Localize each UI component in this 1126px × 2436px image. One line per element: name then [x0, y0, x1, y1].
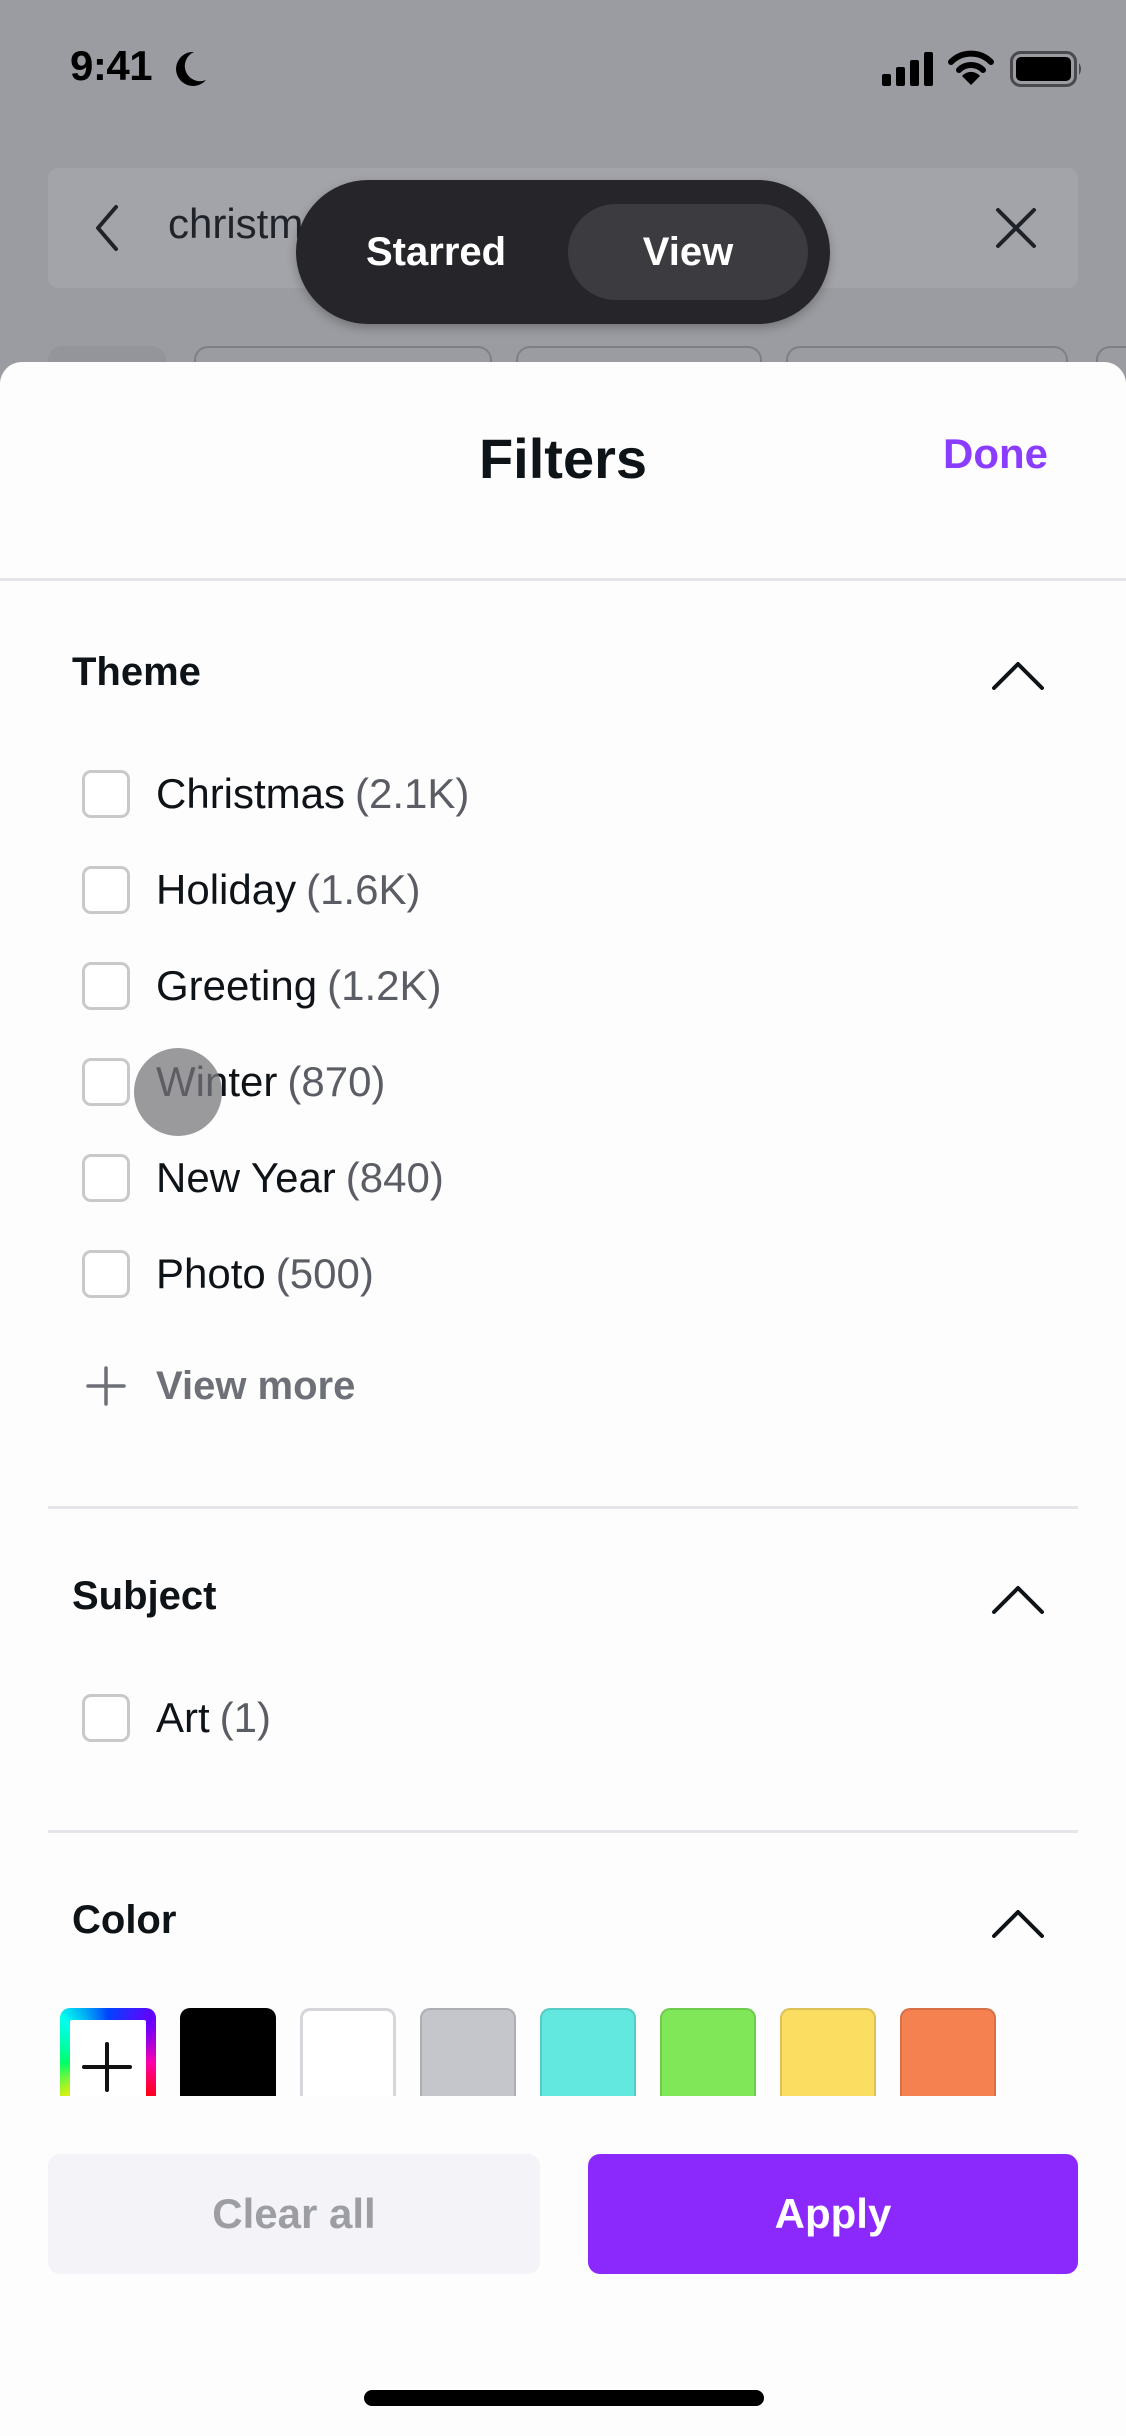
home-indicator [364, 2390, 764, 2406]
color-swatch-yellow[interactable] [780, 2008, 876, 2096]
status-bar: 9:41 [0, 0, 1126, 140]
option-count: (1) [219, 1694, 272, 1741]
color-swatch-green[interactable] [660, 2008, 756, 2096]
filters-sheet: Filters Done Theme Christmas (2.1K) Holi… [0, 362, 1126, 2436]
search-query[interactable]: christm [168, 200, 303, 248]
color-swatch-white[interactable] [300, 2008, 396, 2096]
checkbox[interactable] [82, 962, 130, 1010]
checkbox[interactable] [82, 1694, 130, 1742]
checkbox[interactable] [82, 1154, 130, 1202]
battery-icon [1010, 51, 1081, 87]
option-label: Christmas [156, 770, 346, 817]
option-label: Photo [156, 1250, 266, 1297]
option-label: Holiday [156, 866, 297, 913]
checkbox[interactable] [82, 770, 130, 818]
checkbox[interactable] [82, 1058, 130, 1106]
starred-toast: Starred View [296, 180, 830, 324]
option-label: Art [156, 1694, 210, 1741]
option-count: (1.2K) [327, 962, 442, 1009]
divider [48, 1506, 1078, 1509]
chevron-left-icon[interactable] [90, 203, 124, 253]
apply-button[interactable]: Apply [588, 2154, 1078, 2274]
color-swatches [60, 2008, 1080, 2096]
touch-indicator [134, 1048, 222, 1136]
chevron-up-icon[interactable] [990, 658, 1046, 692]
section-title-subject: Subject [72, 1574, 217, 1618]
add-color-icon [82, 2042, 132, 2092]
checkbox[interactable] [82, 1250, 130, 1298]
footer-buttons: Clear all Apply [48, 2154, 1078, 2274]
theme-option-christmas[interactable]: Christmas (2.1K) [82, 764, 469, 824]
done-button[interactable]: Done [943, 430, 1048, 478]
color-swatch-orange[interactable] [900, 2008, 996, 2096]
option-label: Greeting [156, 962, 318, 1009]
color-swatch-gray[interactable] [420, 2008, 516, 2096]
close-icon[interactable] [994, 206, 1038, 250]
color-swatch-turquoise[interactable] [540, 2008, 636, 2096]
custom-color-button[interactable] [60, 2008, 156, 2096]
option-count: (500) [275, 1250, 374, 1297]
wifi-icon [948, 50, 994, 85]
color-swatch-black[interactable] [180, 2008, 276, 2096]
checkbox[interactable] [82, 866, 130, 914]
view-more-label: View more [156, 1363, 356, 1408]
view-more-button[interactable]: View more [84, 1356, 355, 1416]
option-label: New Year [156, 1154, 336, 1201]
signal-icon [882, 52, 933, 86]
option-count: (870) [287, 1058, 386, 1105]
toast-message: Starred [366, 230, 507, 274]
plus-icon [86, 1366, 126, 1406]
status-time: 9:41 [70, 42, 153, 89]
option-count: (1.6K) [306, 866, 421, 913]
theme-option-greeting[interactable]: Greeting (1.2K) [82, 956, 441, 1016]
chevron-up-icon[interactable] [990, 1906, 1046, 1940]
divider [0, 578, 1126, 581]
subject-option-art[interactable]: Art (1) [82, 1688, 271, 1748]
picker-inner [70, 2020, 146, 2096]
toast-view-button[interactable]: View [568, 204, 808, 300]
option-count: (840) [345, 1154, 444, 1201]
chevron-up-icon[interactable] [990, 1582, 1046, 1616]
theme-option-new-year[interactable]: New Year (840) [82, 1148, 444, 1208]
divider [48, 1830, 1078, 1833]
option-count: (2.1K) [355, 770, 470, 817]
theme-option-holiday[interactable]: Holiday (1.6K) [82, 860, 420, 920]
section-title-color: Color [72, 1898, 177, 1942]
theme-option-winter[interactable]: Winter (870) [82, 1052, 385, 1112]
section-title-theme: Theme [72, 650, 201, 694]
moon-icon [176, 51, 206, 86]
clear-all-button[interactable]: Clear all [48, 2154, 540, 2274]
theme-option-photo[interactable]: Photo (500) [82, 1244, 374, 1304]
